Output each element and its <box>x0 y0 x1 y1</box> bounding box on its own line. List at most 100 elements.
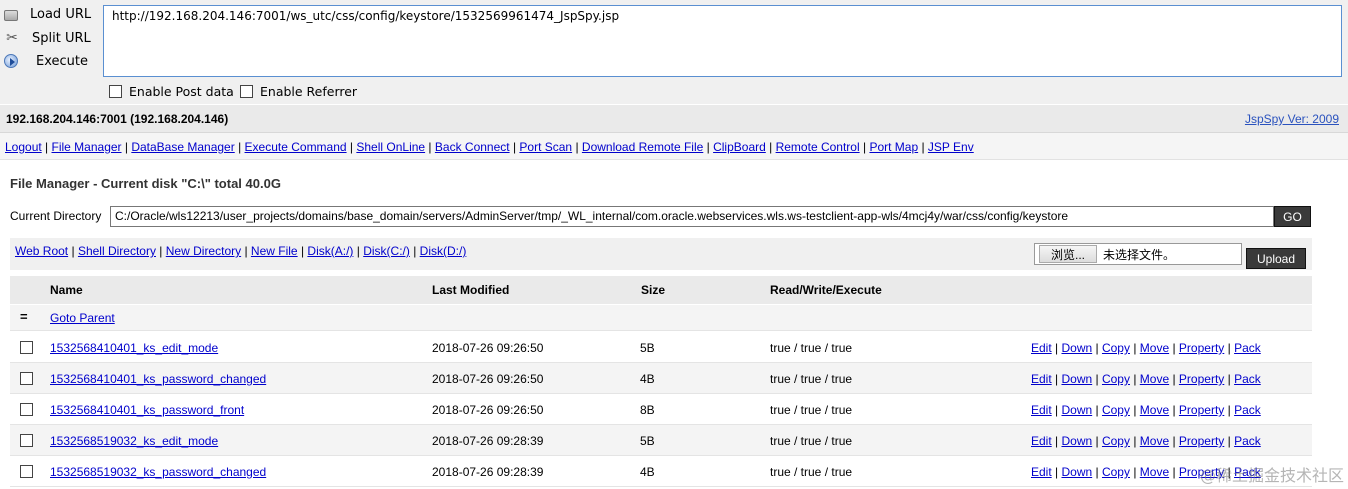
action-copy-link[interactable]: Copy <box>1102 341 1130 355</box>
action-pack-link[interactable]: Pack <box>1234 341 1261 355</box>
split-url-label: Split URL <box>32 30 91 46</box>
row-actions: Edit | Down | Copy | Move | Property | P… <box>1031 434 1261 448</box>
action-pack-link[interactable]: Pack <box>1234 372 1261 386</box>
action-down-link[interactable]: Down <box>1061 403 1092 417</box>
action-edit-link[interactable]: Edit <box>1031 434 1052 448</box>
file-name-link[interactable]: 1532568410401_ks_password_front <box>50 403 244 417</box>
action-down-link[interactable]: Down <box>1061 372 1092 386</box>
row-checkbox[interactable] <box>20 372 33 385</box>
row-checkbox[interactable] <box>20 403 33 416</box>
table-row: 1532568410401_ks_edit_mode 2018-07-26 09:… <box>10 332 1312 363</box>
split-url-button[interactable]: ✂ Split URL <box>4 28 91 48</box>
action-copy-link[interactable]: Copy <box>1102 434 1130 448</box>
action-move-link[interactable]: Move <box>1140 465 1169 479</box>
size-cell: 5B <box>640 434 655 448</box>
url-textarea[interactable]: http://192.168.204.146:7001/ws_utc/css/c… <box>103 5 1342 77</box>
host-bar: 192.168.204.146:7001 (192.168.204.146) J… <box>0 105 1348 133</box>
action-down-link[interactable]: Down <box>1061 341 1092 355</box>
action-down-link[interactable]: Down <box>1061 434 1092 448</box>
enable-referrer-checkbox[interactable]: Enable Referrer <box>240 84 357 99</box>
action-copy-link[interactable]: Copy <box>1102 465 1130 479</box>
scissors-icon: ✂ <box>6 30 18 46</box>
upload-button[interactable]: Upload <box>1246 248 1306 269</box>
checkbox-box[interactable] <box>240 85 253 98</box>
action-property-link[interactable]: Property <box>1179 434 1224 448</box>
action-down-link[interactable]: Down <box>1061 465 1092 479</box>
row-checkbox[interactable] <box>20 434 33 447</box>
nav-jsp-env[interactable]: JSP Env <box>928 140 974 154</box>
main-nav: Logout | File Manager | DataBase Manager… <box>5 140 974 154</box>
size-cell: 8B <box>640 403 655 417</box>
file-name-link[interactable]: 1532568410401_ks_edit_mode <box>50 341 218 355</box>
load-url-button[interactable]: Load URL <box>4 4 91 24</box>
nav-back-connect[interactable]: Back Connect <box>435 140 510 154</box>
nav-shell-online[interactable]: Shell OnLine <box>356 140 425 154</box>
action-edit-link[interactable]: Edit <box>1031 465 1052 479</box>
page-title: File Manager - Current disk "C:\" total … <box>10 176 281 191</box>
action-copy-link[interactable]: Copy <box>1102 403 1130 417</box>
action-move-link[interactable]: Move <box>1140 341 1169 355</box>
nav-download-remote-file[interactable]: Download Remote File <box>582 140 703 154</box>
enable-post-label: Enable Post data <box>129 84 234 99</box>
action-property-link[interactable]: Property <box>1179 403 1224 417</box>
file-name-link[interactable]: 1532568519032_ks_edit_mode <box>50 434 218 448</box>
current-directory-label: Current Directory <box>10 209 102 223</box>
load-url-label: Load URL <box>30 6 92 22</box>
action-property-link[interactable]: Property <box>1179 372 1224 386</box>
size-cell: 5B <box>640 341 655 355</box>
action-property-link[interactable]: Property <box>1179 341 1224 355</box>
link-new-directory[interactable]: New Directory <box>166 244 241 258</box>
link-web-root[interactable]: Web Root <box>15 244 68 258</box>
row-checkbox[interactable] <box>20 465 33 478</box>
nav-remote-control[interactable]: Remote Control <box>776 140 860 154</box>
go-button[interactable]: GO <box>1274 206 1311 227</box>
row-actions: Edit | Down | Copy | Move | Property | P… <box>1031 403 1261 417</box>
link-shell-directory[interactable]: Shell Directory <box>78 244 156 258</box>
action-pack-link[interactable]: Pack <box>1234 403 1261 417</box>
action-edit-link[interactable]: Edit <box>1031 372 1052 386</box>
row-checkbox[interactable] <box>20 341 33 354</box>
current-directory-input[interactable]: C:/Oracle/wls12213/user_projects/domains… <box>110 206 1274 227</box>
rwe-cell: true / true / true <box>770 341 853 355</box>
column-size: Size <box>641 283 666 297</box>
size-cell: 4B <box>640 372 655 386</box>
last-modified-cell: 2018-07-26 09:28:39 <box>432 465 544 479</box>
action-move-link[interactable]: Move <box>1140 403 1169 417</box>
rwe-cell: true / true / true <box>770 403 853 417</box>
last-modified-cell: 2018-07-26 09:26:50 <box>432 372 544 386</box>
parent-symbol: = <box>20 309 28 324</box>
size-cell: 4B <box>640 465 655 479</box>
checkbox-box[interactable] <box>109 85 122 98</box>
nav-port-map[interactable]: Port Map <box>869 140 918 154</box>
nav-execute-command[interactable]: Execute Command <box>245 140 347 154</box>
rwe-cell: true / true / true <box>770 465 853 479</box>
file-input[interactable]: 浏览... 未选择文件。 <box>1034 243 1242 265</box>
version-link[interactable]: JspSpy Ver: 2009 <box>1245 112 1339 126</box>
action-edit-link[interactable]: Edit <box>1031 341 1052 355</box>
nav-port-scan[interactable]: Port Scan <box>519 140 572 154</box>
action-move-link[interactable]: Move <box>1140 372 1169 386</box>
table-row: 1532568410401_ks_password_changed 2018-07… <box>10 363 1312 394</box>
link-disk-a[interactable]: Disk(A:/) <box>307 244 353 258</box>
nav-database-manager[interactable]: DataBase Manager <box>131 140 234 154</box>
file-name-link[interactable]: 1532568410401_ks_password_changed <box>50 372 266 386</box>
enable-post-checkbox[interactable]: Enable Post data <box>109 84 234 99</box>
link-disk-c[interactable]: Disk(C:/) <box>363 244 410 258</box>
action-edit-link[interactable]: Edit <box>1031 403 1052 417</box>
action-copy-link[interactable]: Copy <box>1102 372 1130 386</box>
link-disk-d[interactable]: Disk(D:/) <box>420 244 467 258</box>
link-new-file[interactable]: New File <box>251 244 298 258</box>
row-actions: Edit | Down | Copy | Move | Property | P… <box>1031 372 1261 386</box>
action-pack-link[interactable]: Pack <box>1234 434 1261 448</box>
nav-logout[interactable]: Logout <box>5 140 42 154</box>
nav-file-manager[interactable]: File Manager <box>52 140 122 154</box>
goto-parent-link[interactable]: Goto Parent <box>50 311 115 325</box>
last-modified-cell: 2018-07-26 09:26:50 <box>432 341 544 355</box>
enable-referrer-label: Enable Referrer <box>260 84 358 99</box>
file-name-link[interactable]: 1532568519032_ks_password_changed <box>50 465 266 479</box>
action-move-link[interactable]: Move <box>1140 434 1169 448</box>
browse-button[interactable]: 浏览... <box>1039 245 1098 263</box>
host-info: 192.168.204.146:7001 (192.168.204.146) <box>6 112 229 126</box>
execute-button[interactable]: Execute <box>4 51 88 71</box>
nav-clipboard[interactable]: ClipBoard <box>713 140 766 154</box>
